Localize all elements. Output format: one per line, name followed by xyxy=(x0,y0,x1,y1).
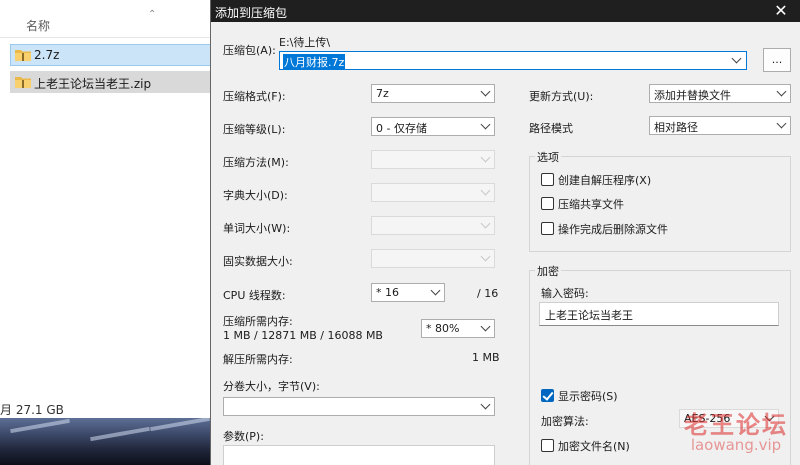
file-name: 上老王论坛当老王.zip xyxy=(34,77,152,91)
chevron-down-icon xyxy=(480,218,491,229)
level-value: 0 - 仅存储 xyxy=(376,122,427,135)
compress-memory-detail: 1 MB / 12871 MB / 16088 MB xyxy=(223,329,383,342)
password-label: 输入密码: xyxy=(541,287,589,300)
add-to-archive-dialog: 添加到压缩包 ✕ 压缩包(A): E:\待上传\ 八月财报.7z ... 压缩格… xyxy=(210,0,800,465)
password-value: 上老王论坛当老王 xyxy=(545,309,633,322)
checkbox-checked-icon[interactable] xyxy=(541,389,554,402)
archive-filename[interactable]: 八月财报.7z xyxy=(283,54,346,70)
watermark-url: laowang.vip xyxy=(690,436,782,454)
archive-name-combobox[interactable]: 八月财报.7z xyxy=(279,51,747,70)
column-header[interactable]: 名称 ⌃ xyxy=(0,9,212,38)
file-row[interactable]: 上老王论坛当老王.zip xyxy=(10,71,212,93)
cpu-threads-select[interactable]: * 16 xyxy=(371,283,445,302)
cpu-threads-total: / 16 xyxy=(477,287,499,300)
decompress-memory-value: 1 MB xyxy=(472,351,500,364)
chevron-down-icon xyxy=(776,118,787,129)
chevron-down-icon xyxy=(480,399,491,410)
cpu-threads-label: CPU 线程数: xyxy=(223,289,286,302)
password-input[interactable]: 上老王论坛当老王 xyxy=(539,302,779,326)
update-mode-value: 添加并替换文件 xyxy=(654,89,731,102)
browse-button[interactable]: ... xyxy=(763,48,791,72)
format-value: 7z xyxy=(376,87,389,100)
chevron-down-icon xyxy=(480,321,491,332)
path-mode-label: 路径模式 xyxy=(529,122,573,135)
solid-size-select[interactable] xyxy=(371,249,495,268)
chevron-down-icon xyxy=(480,119,491,130)
show-password-label: 显示密码(S) xyxy=(558,390,618,403)
checkbox-box[interactable] xyxy=(541,173,554,186)
dict-size-select[interactable] xyxy=(371,183,495,202)
watermark-logo: 老王论坛 laowang.vip xyxy=(684,405,788,454)
path-mode-value: 相对路径 xyxy=(654,121,698,134)
column-name-header[interactable]: 名称 xyxy=(26,17,50,34)
update-mode-select[interactable]: 添加并替换文件 xyxy=(649,84,791,103)
method-select[interactable] xyxy=(371,150,495,169)
encryption-method-label: 加密算法: xyxy=(541,415,589,428)
checkbox-box[interactable] xyxy=(541,222,554,235)
memory-percent-value: * 80% xyxy=(426,322,460,335)
split-size-combobox[interactable] xyxy=(223,397,495,416)
chevron-down-icon xyxy=(480,152,491,163)
compress-shared-label: 压缩共享文件 xyxy=(558,198,624,211)
archive-folder-icon xyxy=(15,50,31,61)
dict-size-label: 字典大小(D): xyxy=(223,189,288,202)
word-size-label: 单词大小(W): xyxy=(223,222,291,235)
status-bar-text: 月 27.1 GB xyxy=(0,403,64,417)
delete-after-label: 操作完成后删除源文件 xyxy=(558,223,668,236)
solid-size-label: 固实数据大小: xyxy=(223,255,293,268)
file-name: 2.7z xyxy=(34,48,60,62)
sort-up-icon: ⌃ xyxy=(148,9,157,20)
archive-folder-icon xyxy=(15,77,31,88)
level-label: 压缩等级(L): xyxy=(223,123,286,136)
cpu-threads-value: * 16 xyxy=(376,286,399,299)
encryption-group-title: 加密 xyxy=(535,263,561,279)
chevron-down-icon xyxy=(480,86,491,97)
format-label: 压缩格式(F): xyxy=(223,90,286,103)
level-select[interactable]: 0 - 仅存储 xyxy=(371,117,495,136)
update-mode-label: 更新方式(U): xyxy=(529,90,594,103)
archive-path: E:\待上传\ xyxy=(279,36,331,49)
split-size-label: 分卷大小，字节(V): xyxy=(223,380,320,393)
chevron-down-icon[interactable] xyxy=(731,53,742,64)
decompress-memory-label: 解压所需内存: xyxy=(223,353,293,366)
archive-label: 压缩包(A): xyxy=(223,44,276,57)
file-row[interactable]: 2.7z xyxy=(10,44,212,66)
chevron-down-icon xyxy=(480,185,491,196)
parameters-label: 参数(P): xyxy=(223,430,264,443)
dialog-title: 添加到压缩包 xyxy=(215,6,288,20)
compress-memory-label: 压缩所需内存: xyxy=(223,315,293,328)
encrypt-filenames-label: 加密文件名(N) xyxy=(558,440,630,453)
chevron-down-icon xyxy=(430,285,441,296)
desktop-wallpaper xyxy=(0,418,212,465)
checkbox-box[interactable] xyxy=(541,439,554,452)
options-group-title: 选项 xyxy=(535,149,561,165)
watermark-text: 老王论坛 xyxy=(684,411,788,439)
close-icon[interactable]: ✕ xyxy=(761,0,800,22)
dialog-titlebar[interactable]: 添加到压缩包 ✕ xyxy=(211,0,800,22)
parameters-input[interactable] xyxy=(223,445,495,465)
word-size-select[interactable] xyxy=(371,216,495,235)
memory-percent-select[interactable]: * 80% xyxy=(421,319,495,338)
checkbox-box[interactable] xyxy=(541,197,554,210)
chevron-down-icon xyxy=(480,251,491,262)
format-select[interactable]: 7z xyxy=(371,84,495,103)
create-sfx-label: 创建自解压程序(X) xyxy=(558,174,652,187)
chevron-down-icon xyxy=(776,86,787,97)
method-label: 压缩方法(M): xyxy=(223,156,289,169)
path-mode-select[interactable]: 相对路径 xyxy=(649,116,791,135)
file-explorer-window: 名称 ⌃ 2.7z 上老王论坛当老王.zip 月 27.1 GB xyxy=(0,0,212,465)
